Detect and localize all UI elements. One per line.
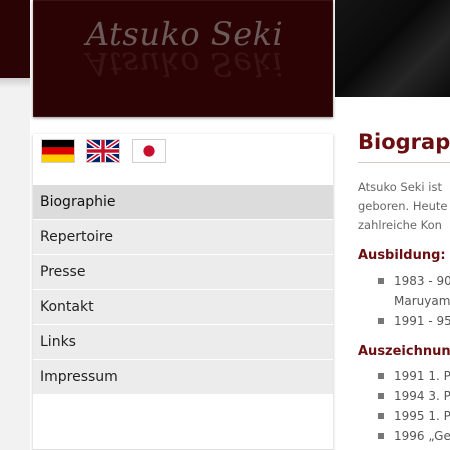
- title-underline: [358, 162, 450, 163]
- auszeichnungen-list: 1991 1. P 1994 3. P 1995 1. P 1996 „Ge: [378, 366, 450, 446]
- list-item: 1991 - 95: [378, 311, 450, 331]
- list-item: 1994 3. P: [378, 386, 450, 406]
- list-item-text: 1991 - 95: [394, 314, 450, 328]
- nav-item-kontakt[interactable]: Kontakt: [33, 290, 333, 324]
- uk-flag-graphic: [87, 140, 119, 162]
- german-flag-icon[interactable]: [41, 139, 75, 163]
- intro-line: zahlreiche Kon: [358, 218, 442, 232]
- sidebar: Biographie Repertoire Presse Kontakt Lin…: [33, 134, 333, 450]
- intro-paragraph: Atsuko Seki ist geboren. Heute zahlreich…: [358, 178, 450, 235]
- nav-item-repertoire[interactable]: Repertoire: [33, 220, 333, 254]
- main-navigation: Biographie Repertoire Presse Kontakt Lin…: [33, 185, 333, 395]
- header-shadow: [0, 78, 30, 88]
- list-item: 1983 - 90 Maruyam: [378, 271, 450, 311]
- japanese-flag-icon[interactable]: [132, 139, 166, 163]
- uk-flag-icon[interactable]: [86, 139, 120, 163]
- nav-item-impressum[interactable]: Impressum: [33, 360, 333, 394]
- japanese-flag-graphic: [133, 140, 165, 162]
- list-item-text: 1983 - 90: [394, 274, 450, 288]
- list-item: 1996 „Ge: [378, 426, 450, 446]
- header-image-right: [335, 0, 450, 97]
- site-title-reflection: Atsuko Seki: [86, 45, 284, 83]
- german-flag-graphic: [42, 140, 74, 162]
- intro-line: Atsuko Seki ist: [358, 180, 442, 194]
- list-item: 1995 1. P: [378, 406, 450, 426]
- list-item: 1991 1. P: [378, 366, 450, 386]
- nav-item-biographie[interactable]: Biographie: [33, 185, 333, 219]
- intro-line: geboren. Heute: [358, 199, 448, 213]
- section-heading-ausbildung: Ausbildung:: [358, 248, 446, 263]
- page-title: Biograph: [358, 130, 450, 154]
- section-heading-auszeichnungen: Auszeichnunge: [358, 344, 450, 359]
- ausbildung-list: 1983 - 90 Maruyam 1991 - 95: [378, 271, 450, 331]
- site-banner: Atsuko Seki Atsuko Seki: [33, 0, 333, 117]
- list-item-continuation: Maruyam: [394, 294, 450, 308]
- nav-item-presse[interactable]: Presse: [33, 255, 333, 289]
- nav-item-links[interactable]: Links: [33, 325, 333, 359]
- main-content: Biograph Atsuko Seki ist geboren. Heute …: [358, 130, 450, 450]
